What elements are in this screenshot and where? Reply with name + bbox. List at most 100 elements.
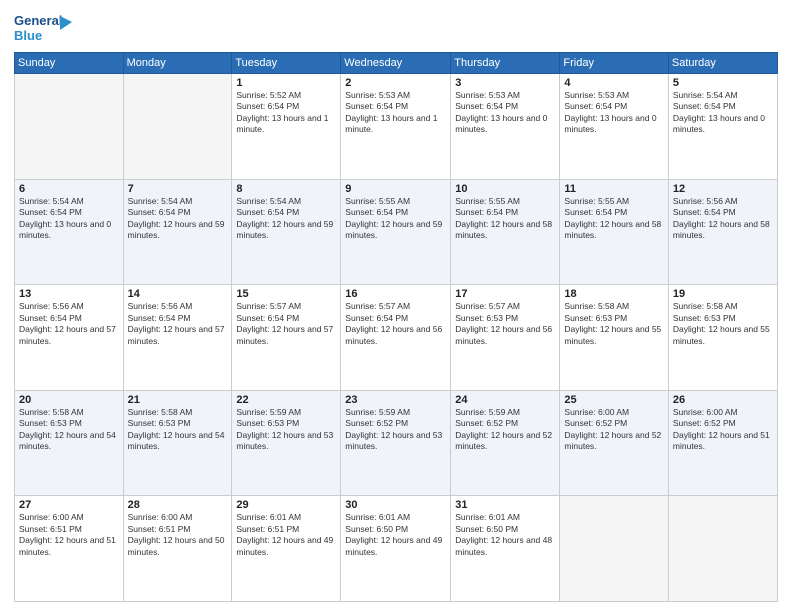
logo-svg: GeneralBlue <box>14 10 74 46</box>
calendar-cell: 11Sunrise: 5:55 AM Sunset: 6:54 PM Dayli… <box>560 179 668 285</box>
day-info: Sunrise: 5:53 AM Sunset: 6:54 PM Dayligh… <box>345 90 446 136</box>
day-number: 26 <box>673 394 773 406</box>
calendar-cell: 6Sunrise: 5:54 AM Sunset: 6:54 PM Daylig… <box>15 179 124 285</box>
calendar-cell: 31Sunrise: 6:01 AM Sunset: 6:50 PM Dayli… <box>451 496 560 602</box>
calendar-cell: 16Sunrise: 5:57 AM Sunset: 6:54 PM Dayli… <box>341 285 451 391</box>
calendar-cell: 30Sunrise: 6:01 AM Sunset: 6:50 PM Dayli… <box>341 496 451 602</box>
day-info: Sunrise: 5:57 AM Sunset: 6:53 PM Dayligh… <box>455 301 555 347</box>
day-info: Sunrise: 5:55 AM Sunset: 6:54 PM Dayligh… <box>345 196 446 242</box>
day-info: Sunrise: 5:59 AM Sunset: 6:52 PM Dayligh… <box>345 407 446 453</box>
day-number: 8 <box>236 183 336 195</box>
day-number: 9 <box>345 183 446 195</box>
calendar-week-row: 27Sunrise: 6:00 AM Sunset: 6:51 PM Dayli… <box>15 496 778 602</box>
calendar-cell: 20Sunrise: 5:58 AM Sunset: 6:53 PM Dayli… <box>15 390 124 496</box>
day-number: 1 <box>236 77 336 89</box>
calendar-cell: 3Sunrise: 5:53 AM Sunset: 6:54 PM Daylig… <box>451 74 560 180</box>
day-info: Sunrise: 5:55 AM Sunset: 6:54 PM Dayligh… <box>564 196 663 242</box>
calendar-cell: 21Sunrise: 5:58 AM Sunset: 6:53 PM Dayli… <box>123 390 232 496</box>
day-number: 2 <box>345 77 446 89</box>
calendar-week-row: 20 Sunrise: 5:58 AM Sunset: 6:53 PM Dayli… <box>15 390 778 496</box>
calendar-week-row: 13Sunrise: 5:56 AM Sunset: 6:54 PM Dayli… <box>15 285 778 391</box>
day-info: Sunrise: 6:00 AM Sunset: 6:51 PM Dayligh… <box>128 512 228 558</box>
day-number: 21 <box>128 394 228 406</box>
day-info: Sunrise: 6:00 AM Sunset: 6:52 PM Dayligh… <box>673 407 773 453</box>
day-info: Sunrise: 5:58 AM Sunset: 6:53 PM Dayligh… <box>128 407 228 453</box>
day-number: 6 <box>19 183 119 195</box>
day-number: 5 <box>673 77 773 89</box>
day-number: 16 <box>345 288 446 300</box>
calendar-cell: 14Sunrise: 5:56 AM Sunset: 6:54 PM Dayli… <box>123 285 232 391</box>
calendar-cell: 1Sunrise: 5:52 AM Sunset: 6:54 PM Daylig… <box>232 74 341 180</box>
calendar-cell: 13Sunrise: 5:56 AM Sunset: 6:54 PM Dayli… <box>15 285 124 391</box>
day-info: Sunrise: 5:58 AM Sunset: 6:53 PM Dayligh… <box>673 301 773 347</box>
weekday-header-friday: Friday <box>560 53 668 74</box>
calendar-cell: 18Sunrise: 5:58 AM Sunset: 6:53 PM Dayli… <box>560 285 668 391</box>
day-info: Sunrise: 5:59 AM Sunset: 6:52 PM Dayligh… <box>455 407 555 453</box>
day-number: 19 <box>673 288 773 300</box>
day-number: 24 <box>455 394 555 406</box>
day-number: 25 <box>564 394 663 406</box>
svg-text:General: General <box>14 13 62 28</box>
day-number: 12 <box>673 183 773 195</box>
day-info: Sunrise: 5:57 AM Sunset: 6:54 PM Dayligh… <box>345 301 446 347</box>
day-info: Sunrise: 5:56 AM Sunset: 6:54 PM Dayligh… <box>19 301 119 347</box>
weekday-header-monday: Monday <box>123 53 232 74</box>
svg-text:Blue: Blue <box>14 28 42 43</box>
day-number: 18 <box>564 288 663 300</box>
day-number: 28 <box>128 499 228 511</box>
calendar-cell <box>15 74 124 180</box>
calendar-cell: 12Sunrise: 5:56 AM Sunset: 6:54 PM Dayli… <box>668 179 777 285</box>
day-number: 13 <box>19 288 119 300</box>
calendar-cell <box>123 74 232 180</box>
day-info: Sunrise: 5:58 AM Sunset: 6:53 PM Dayligh… <box>564 301 663 347</box>
day-info: Sunrise: 6:00 AM Sunset: 6:51 PM Dayligh… <box>19 512 119 558</box>
day-number: 20 <box>19 394 119 406</box>
day-number: 7 <box>128 183 228 195</box>
day-number: 4 <box>564 77 663 89</box>
weekday-header-row: SundayMondayTuesdayWednesdayThursdayFrid… <box>15 53 778 74</box>
day-number: 3 <box>455 77 555 89</box>
day-number: 11 <box>564 183 663 195</box>
calendar-cell: 25Sunrise: 6:00 AM Sunset: 6:52 PM Dayli… <box>560 390 668 496</box>
day-info: Sunrise: 5:53 AM Sunset: 6:54 PM Dayligh… <box>455 90 555 136</box>
day-info: Sunrise: 5:54 AM Sunset: 6:54 PM Dayligh… <box>19 196 119 242</box>
day-number: 29 <box>236 499 336 511</box>
calendar-cell: 26Sunrise: 6:00 AM Sunset: 6:52 PM Dayli… <box>668 390 777 496</box>
calendar-cell: 2Sunrise: 5:53 AM Sunset: 6:54 PM Daylig… <box>341 74 451 180</box>
calendar-cell: 29Sunrise: 6:01 AM Sunset: 6:51 PM Dayli… <box>232 496 341 602</box>
day-info: Sunrise: 5:54 AM Sunset: 6:54 PM Dayligh… <box>128 196 228 242</box>
calendar-week-row: 6Sunrise: 5:54 AM Sunset: 6:54 PM Daylig… <box>15 179 778 285</box>
day-number: 15 <box>236 288 336 300</box>
day-info: Sunrise: 6:01 AM Sunset: 6:50 PM Dayligh… <box>455 512 555 558</box>
calendar-cell: 9Sunrise: 5:55 AM Sunset: 6:54 PM Daylig… <box>341 179 451 285</box>
weekday-header-thursday: Thursday <box>451 53 560 74</box>
day-info: Sunrise: 5:54 AM Sunset: 6:54 PM Dayligh… <box>673 90 773 136</box>
day-info: Sunrise: 6:00 AM Sunset: 6:52 PM Dayligh… <box>564 407 663 453</box>
calendar-cell: 15Sunrise: 5:57 AM Sunset: 6:54 PM Dayli… <box>232 285 341 391</box>
calendar-cell: 5Sunrise: 5:54 AM Sunset: 6:54 PM Daylig… <box>668 74 777 180</box>
day-info: Sunrise: 5:55 AM Sunset: 6:54 PM Dayligh… <box>455 196 555 242</box>
logo: GeneralBlue <box>14 10 74 46</box>
calendar-week-row: 1Sunrise: 5:52 AM Sunset: 6:54 PM Daylig… <box>15 74 778 180</box>
day-number: 22 <box>236 394 336 406</box>
calendar-cell: 22Sunrise: 5:59 AM Sunset: 6:53 PM Dayli… <box>232 390 341 496</box>
header: GeneralBlue <box>14 10 778 46</box>
calendar-cell <box>668 496 777 602</box>
weekday-header-tuesday: Tuesday <box>232 53 341 74</box>
day-info: Sunrise: 6:01 AM Sunset: 6:50 PM Dayligh… <box>345 512 446 558</box>
day-number: 17 <box>455 288 555 300</box>
calendar-cell: 10Sunrise: 5:55 AM Sunset: 6:54 PM Dayli… <box>451 179 560 285</box>
calendar-cell: 19Sunrise: 5:58 AM Sunset: 6:53 PM Dayli… <box>668 285 777 391</box>
day-info: Sunrise: 5:54 AM Sunset: 6:54 PM Dayligh… <box>236 196 336 242</box>
calendar-cell: 4Sunrise: 5:53 AM Sunset: 6:54 PM Daylig… <box>560 74 668 180</box>
calendar-cell: 23Sunrise: 5:59 AM Sunset: 6:52 PM Dayli… <box>341 390 451 496</box>
weekday-header-sunday: Sunday <box>15 53 124 74</box>
day-number: 31 <box>455 499 555 511</box>
calendar-cell: 24Sunrise: 5:59 AM Sunset: 6:52 PM Dayli… <box>451 390 560 496</box>
weekday-header-saturday: Saturday <box>668 53 777 74</box>
day-info: Sunrise: 6:01 AM Sunset: 6:51 PM Dayligh… <box>236 512 336 558</box>
day-number: 10 <box>455 183 555 195</box>
calendar-cell: 28Sunrise: 6:00 AM Sunset: 6:51 PM Dayli… <box>123 496 232 602</box>
calendar-cell: 27Sunrise: 6:00 AM Sunset: 6:51 PM Dayli… <box>15 496 124 602</box>
day-number: 23 <box>345 394 446 406</box>
